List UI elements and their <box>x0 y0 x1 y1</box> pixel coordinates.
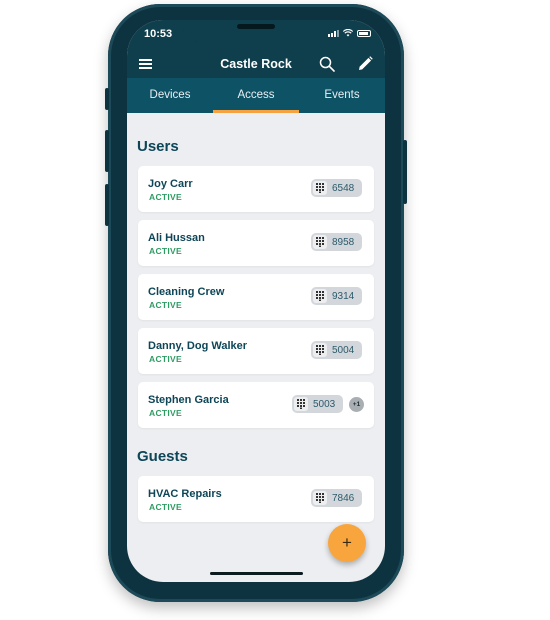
user-card[interactable]: Cleaning Crew ACTIVE 9314 <box>138 274 374 320</box>
battery-icon <box>357 30 371 37</box>
access-code-chip[interactable]: 9314 <box>311 287 362 305</box>
add-button[interactable]: + <box>328 524 366 562</box>
app-title: Castle Rock <box>220 57 292 71</box>
access-code: 8958 <box>332 236 355 248</box>
access-code-chip[interactable]: 5003 <box>292 395 343 413</box>
guest-name: HVAC Repairs <box>148 488 222 500</box>
keypad-icon <box>313 343 327 357</box>
keypad-icon <box>313 235 327 249</box>
tab-bar: Devices Access Events <box>127 78 385 113</box>
users-section-title: Users <box>137 138 179 155</box>
user-status: ACTIVE <box>149 300 182 310</box>
tab-access[interactable]: Access <box>213 78 299 113</box>
tab-devices[interactable]: Devices <box>127 78 213 113</box>
user-name: Danny, Dog Walker <box>148 340 248 352</box>
access-code-chip[interactable]: 7846 <box>311 489 362 507</box>
phone-power-button <box>403 140 407 204</box>
user-card[interactable]: Joy Carr ACTIVE 6548 <box>138 166 374 212</box>
user-card[interactable]: Ali Hussan ACTIVE 8958 <box>138 220 374 266</box>
status-time: 10:53 <box>144 28 173 40</box>
status-icons <box>328 29 371 37</box>
user-name: Ali Hussan <box>148 232 205 244</box>
user-card[interactable]: Danny, Dog Walker ACTIVE 5004 <box>138 328 374 374</box>
signal-icon <box>328 30 339 37</box>
user-card[interactable]: Stephen Garcia ACTIVE 5003 +1 <box>138 382 374 428</box>
keypad-icon <box>294 397 308 411</box>
phone-volume-down <box>105 184 109 226</box>
phone-volume-up <box>105 130 109 172</box>
access-code: 5003 <box>313 398 336 410</box>
phone-speaker <box>237 24 275 29</box>
phone-mute-switch <box>105 88 109 110</box>
access-code: 7846 <box>332 492 355 504</box>
access-code-chip[interactable]: 8958 <box>311 233 362 251</box>
guest-status: ACTIVE <box>149 502 182 512</box>
guests-section-title: Guests <box>137 448 188 465</box>
keypad-icon <box>313 491 327 505</box>
access-code: 5004 <box>332 344 355 356</box>
home-indicator[interactable] <box>210 572 303 575</box>
user-status: ACTIVE <box>149 354 182 364</box>
keypad-icon <box>313 181 327 195</box>
edit-icon[interactable] <box>358 56 373 71</box>
user-status: ACTIVE <box>149 408 182 418</box>
access-code: 6548 <box>332 182 355 194</box>
user-name: Cleaning Crew <box>148 286 225 298</box>
phone-screen: 10:53 Castle Rock Devices Access Events … <box>127 20 385 582</box>
user-name: Stephen Garcia <box>148 394 229 406</box>
tab-events[interactable]: Events <box>299 78 385 113</box>
wifi-icon <box>343 29 353 37</box>
access-code: 9314 <box>332 290 355 302</box>
search-icon[interactable] <box>319 56 335 72</box>
user-name: Joy Carr <box>148 178 193 190</box>
access-code-chip[interactable]: 5004 <box>311 341 362 359</box>
keypad-icon <box>313 289 327 303</box>
guest-card[interactable]: HVAC Repairs ACTIVE 7846 <box>138 476 374 522</box>
access-code-chip[interactable]: 6548 <box>311 179 362 197</box>
extra-codes-badge[interactable]: +1 <box>349 397 364 412</box>
user-status: ACTIVE <box>149 246 182 256</box>
user-status: ACTIVE <box>149 192 182 202</box>
